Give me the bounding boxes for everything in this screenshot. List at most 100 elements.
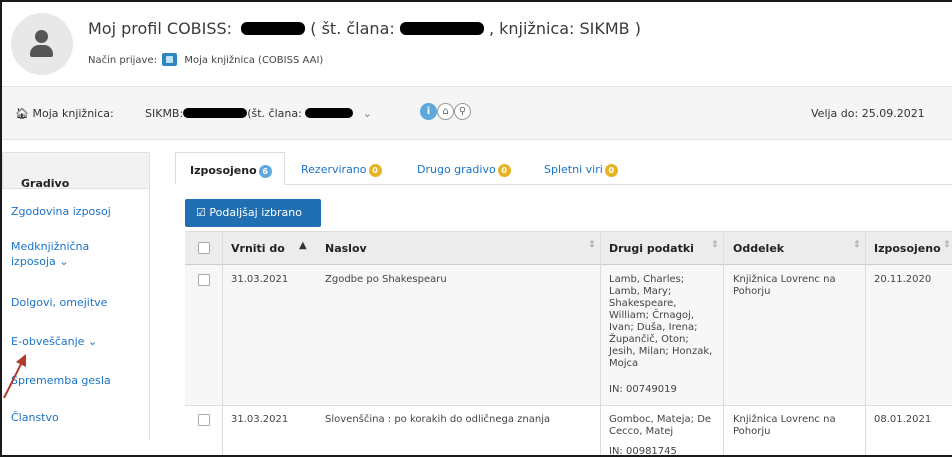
app-frame: Moj profil COBISS: ( št. člana: , knjižn… [0, 0, 952, 457]
due-date: 31.03.2021 [231, 274, 289, 285]
department: Knjižnica Lovrenc na Pohorju [733, 414, 836, 437]
user-head-icon [35, 30, 48, 43]
tab-count-badge: 0 [368, 164, 382, 177]
item-title: Slovenščina : po korakih do odličnega zn… [325, 414, 551, 425]
tab-izposojeno[interactable]: Izposojeno 6 [175, 152, 285, 185]
page-title: Moj profil COBISS: ( št. člana: , knjižn… [88, 19, 641, 38]
sidebar-item-medknjiznicna-izposoja[interactable]: Medknjižnična izposoja ⌄ [2, 239, 150, 269]
column-divider [600, 265, 601, 406]
sort-icon[interactable]: ⇕ [588, 240, 596, 250]
column-divider [723, 232, 724, 266]
sidebar-heading-gradivo[interactable]: Gradivo ⌄ [2, 152, 150, 190]
library-select-prefix: SIKMB: [145, 107, 184, 120]
item-title: Zgodbe po Shakespearu [325, 274, 447, 285]
column-header-naslov[interactable]: Naslov [325, 242, 367, 255]
tab-count-badge: 6 [258, 165, 272, 178]
tab-label: Izposojeno [190, 164, 257, 177]
title-member-label: ( št. člana: [310, 19, 395, 38]
sidebar-divider [149, 189, 150, 439]
chevron-down-icon: ⌄ [59, 255, 69, 268]
borrowed-date: 20.11.2020 [874, 274, 932, 285]
sidebar-item-dolgovi-omejitve[interactable]: Dolgovi, omejitve [2, 295, 150, 310]
user-body-icon [30, 45, 53, 57]
chevron-down-icon: ⌄ [21, 177, 31, 190]
my-library-label: 🏠︎ Moja knjižnica: [15, 107, 114, 120]
sidebar-item-label: Dolgovi, omejitve [11, 296, 108, 309]
due-date: 31.03.2021 [231, 414, 289, 425]
inventory-number: IN: 00749019 [609, 384, 677, 395]
sidebar-item-label: Članstvo [11, 411, 59, 424]
sidebar-item-clanstvo[interactable]: Članstvo [2, 410, 150, 425]
login-method-value: Moja knjižnica (COBISS AAI) [184, 55, 324, 66]
library-select[interactable]: SIKMB: (št. člana: ⌄ [145, 107, 372, 120]
column-divider [865, 232, 866, 266]
sort-icon[interactable]: ⇕ [943, 240, 951, 250]
item-authors: Gomboc, Mateja; De Cecco, Matej [609, 414, 712, 437]
table-row: 31.03.2021 Slovenščina : po korakih do o… [185, 406, 952, 457]
avatar [11, 13, 73, 75]
column-header-oddelek[interactable]: Oddelek [733, 242, 784, 255]
column-divider [600, 406, 601, 455]
column-header-izposojeno[interactable]: Izposojeno [874, 242, 941, 255]
borrowed-date: 08.01.2021 [874, 414, 932, 425]
title-prefix: Moj profil COBISS: [88, 19, 233, 38]
column-divider [865, 265, 866, 406]
column-divider [723, 406, 724, 455]
column-header-drugi-podatki[interactable]: Drugi podatki [609, 242, 694, 255]
login-method: Način prijave: Moja knjižnica (COBISS AA… [88, 53, 323, 66]
sort-asc-icon[interactable]: ▲ [299, 240, 307, 251]
profile-header: Moj profil COBISS: ( št. člana: , knjižn… [2, 2, 952, 86]
my-library-text: Moja knjižnica: [32, 107, 114, 120]
select-all-checkbox[interactable] [198, 242, 210, 254]
library-select-member: (št. člana: [247, 107, 302, 120]
annotation-arrow [3, 354, 26, 399]
sort-icon[interactable]: ⇕ [711, 240, 719, 250]
column-divider [865, 406, 866, 455]
login-method-label: Način prijave: [88, 55, 157, 66]
column-divider [222, 406, 223, 455]
column-divider [222, 265, 223, 406]
sidebar-item-e-obvescanje[interactable]: E-obveščanje ⌄ [2, 334, 150, 349]
renew-selected-label: Podaljšaj izbrano [209, 206, 302, 219]
sort-icon[interactable]: ⇕ [853, 240, 861, 250]
row-checkbox[interactable] [198, 414, 210, 426]
redacted-member-number [399, 22, 484, 35]
sidebar-item-label: Zgodovina izposoj [11, 205, 111, 218]
checkbox-edit-icon: ☑ [196, 206, 206, 219]
tab-rezervirano[interactable]: Rezervirano 0 [301, 152, 382, 185]
inventory-number: IN: 00981745 [609, 446, 677, 457]
table-row: 31.03.2021 Zgodbe po Shakespearu Lamb, C… [185, 265, 952, 406]
library-bar: 🏠︎ Moja knjižnica: SIKMB: (št. člana: ⌄ i… [2, 86, 952, 140]
column-divider [723, 265, 724, 406]
location-pin-icon[interactable]: ⚲ [454, 103, 471, 120]
redacted-name [241, 22, 306, 35]
tab-count-badge: 0 [497, 164, 511, 177]
renew-selected-button[interactable]: ☑ Podaljšaj izbrano [185, 199, 321, 227]
library-logo-icon [162, 53, 178, 66]
row-checkbox[interactable] [198, 274, 210, 286]
column-divider [600, 232, 601, 266]
redacted-library-member [305, 108, 354, 118]
department: Knjižnica Lovrenc na Pohorju [733, 274, 836, 297]
column-header-vrniti-do[interactable]: Vrniti do [231, 242, 285, 255]
tab-label: Drugo gradivo [417, 163, 496, 176]
membership-valid-until: Velja do: 25.09.2021 [811, 107, 925, 120]
sidebar-item-zgodovina-izposoj[interactable]: Zgodovina izposoj [2, 204, 150, 219]
chevron-down-icon: ⌄ [87, 335, 98, 348]
sidebar-item-label: E-obveščanje [11, 335, 85, 348]
chevron-down-icon: ⌄ [362, 107, 372, 120]
redacted-library-name [183, 108, 248, 118]
tab-label: Rezervirano [301, 163, 367, 176]
tab-spletni-viri[interactable]: Spletni viri 0 [544, 152, 618, 185]
tab-bar: Izposojeno 6 Rezervirano 0 Drugo gradivo 0 … [175, 152, 952, 185]
title-suffix: , knjižnica: SIKMB ) [488, 19, 641, 38]
item-authors: Lamb, Charles; Lamb, Mary; Shakespeare, … [609, 274, 713, 369]
library-home-icon[interactable]: ⌂ [437, 103, 454, 120]
info-icon[interactable]: i [420, 103, 437, 120]
sidebar-item-label: Medknjižnična izposoja [11, 240, 90, 268]
column-divider [222, 232, 223, 266]
table-header: Vrniti do ▲ Naslov ⇕ Drugi podatki ⇕ Odd… [185, 231, 952, 266]
tab-drugo-gradivo[interactable]: Drugo gradivo 0 [417, 152, 511, 185]
tab-label: Spletni viri [544, 163, 603, 176]
home-icon: 🏠︎ [15, 107, 29, 120]
